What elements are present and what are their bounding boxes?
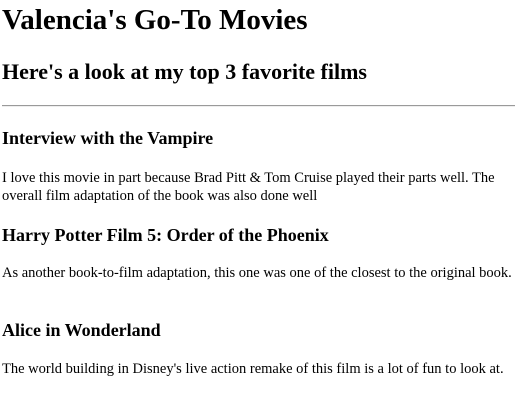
horizontal-divider [2,105,515,107]
page-title: Valencia's Go-To Movies [2,4,308,36]
film-title-alice-in-wonderland: Alice in Wonderland [2,320,161,340]
page: Valencia's Go-To Movies Here's a look at… [0,0,519,409]
film-description-alice-in-wonderland: The world building in Disney's live acti… [2,361,504,377]
page-subtitle: Here's a look at my top 3 favorite films [2,59,367,84]
film-title-harry-potter: Harry Potter Film 5: Order of the Phoeni… [2,225,329,245]
film-title-interview-with-the-vampire: Interview with the Vampire [2,128,214,148]
film-description-interview-with-the-vampire: I love this movie in part because Brad P… [2,170,495,204]
film-description-harry-potter: As another book-to-film adaptation, this… [2,265,512,281]
